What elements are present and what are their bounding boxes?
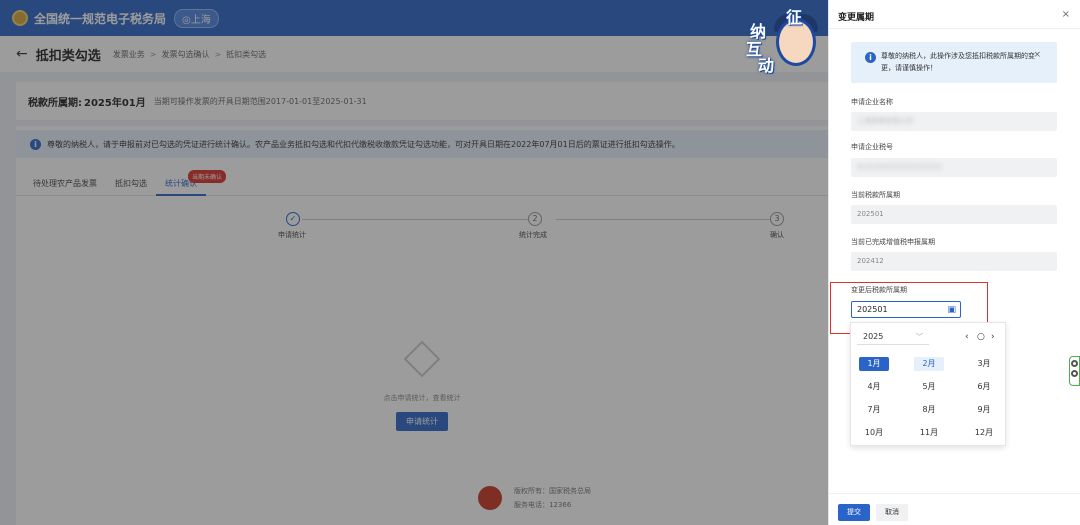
month-cell[interactable]: 10月 bbox=[859, 426, 889, 440]
cancel-button[interactable]: 取消 bbox=[876, 504, 908, 521]
month-cell[interactable]: 8月 bbox=[914, 403, 944, 417]
completed-declaration-period-label: 当前已完成增值税申报属期 bbox=[851, 238, 935, 246]
info-icon: i bbox=[865, 52, 876, 63]
month-cell[interactable]: 9月 bbox=[969, 403, 999, 417]
drawer-notice-text: 尊敬的纳税人，此操作涉及您抵扣税款所属期的变更，请谨慎操作！ bbox=[881, 52, 1035, 72]
close-circle-icon[interactable] bbox=[1071, 360, 1078, 367]
side-float-widget[interactable] bbox=[1069, 356, 1080, 386]
completed-declaration-period-field: 202412 bbox=[851, 252, 1057, 271]
divider bbox=[829, 28, 1080, 29]
month-cell[interactable]: 2月 bbox=[914, 357, 944, 371]
mascot-chat-widget[interactable]: 征 纳 互 动 bbox=[746, 8, 818, 75]
current-period-field: 202501 bbox=[851, 205, 1057, 224]
next-year-icon[interactable]: › bbox=[991, 332, 995, 342]
modal-overlay[interactable] bbox=[0, 0, 828, 525]
new-period-value: 202501 bbox=[857, 305, 888, 314]
tax-id-label: 申请企业税号 bbox=[851, 143, 893, 151]
refresh-circle-icon[interactable] bbox=[1071, 370, 1078, 377]
current-year-icon[interactable]: ○ bbox=[977, 332, 985, 342]
divider bbox=[829, 493, 1080, 494]
tax-id-value: 9131XXXXXXXXXXXXXX bbox=[857, 163, 942, 171]
month-cell[interactable]: 3月 bbox=[969, 357, 999, 371]
month-picker-dropdown: 2025 ﹀ ‹ ○ › 1月 2月 3月 4月 5月 6月 7月 8月 9月 10月 11月 12月 bbox=[850, 322, 1006, 446]
drawer-title: 变更属期 bbox=[838, 13, 875, 23]
month-cell[interactable]: 6月 bbox=[969, 380, 999, 394]
month-cell[interactable]: 1月 bbox=[859, 357, 889, 371]
drawer-close-icon[interactable]: × bbox=[1062, 9, 1070, 20]
company-name-value: 上海某某有限公司 bbox=[857, 117, 913, 125]
year-select-value: 2025 bbox=[863, 332, 884, 341]
chevron-down-icon: ﹀ bbox=[916, 333, 923, 341]
current-period-label: 当前税款所属期 bbox=[851, 191, 900, 199]
notice-close-icon[interactable]: × bbox=[1033, 50, 1041, 60]
calendar-icon[interactable]: ▣ bbox=[947, 303, 956, 318]
mascot-char: 动 bbox=[758, 56, 775, 75]
year-select[interactable]: 2025 ﹀ bbox=[857, 331, 929, 345]
month-cell[interactable]: 5月 bbox=[914, 380, 944, 394]
company-name-label: 申请企业名称 bbox=[851, 98, 893, 106]
month-cell[interactable]: 4月 bbox=[859, 380, 889, 394]
month-cell[interactable]: 11月 bbox=[914, 426, 944, 440]
company-name-field: 上海某某有限公司 bbox=[851, 112, 1057, 131]
month-cell[interactable]: 7月 bbox=[859, 403, 889, 417]
change-period-drawer: 变更属期 × i 尊敬的纳税人，此操作涉及您抵扣税款所属期的变更，请谨慎操作！ … bbox=[828, 0, 1080, 525]
drawer-warning-notice: i 尊敬的纳税人，此操作涉及您抵扣税款所属期的变更，请谨慎操作！ × bbox=[851, 42, 1057, 83]
tax-id-field: 9131XXXXXXXXXXXXXX bbox=[851, 158, 1057, 177]
mascot-char: 征 bbox=[786, 8, 803, 27]
prev-year-icon[interactable]: ‹ bbox=[965, 332, 969, 342]
month-cell[interactable]: 12月 bbox=[969, 426, 999, 440]
submit-button[interactable]: 提交 bbox=[838, 504, 870, 521]
new-period-input[interactable]: 202501 ▣ bbox=[851, 301, 961, 318]
